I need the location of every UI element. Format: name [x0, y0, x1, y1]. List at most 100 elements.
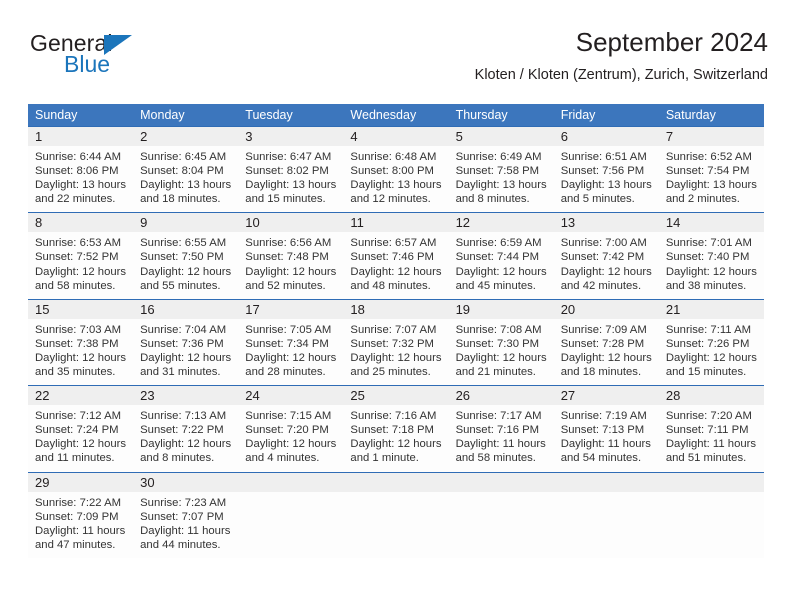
week-daynumber-band: 1 2 3 4 5 6 7: [28, 127, 764, 146]
daylight-line2: and 15 minutes.: [245, 193, 326, 206]
day-cell[interactable]: Sunrise: 7:04 AM Sunset: 7:36 PM Dayligh…: [133, 319, 238, 385]
day-number[interactable]: 23: [133, 386, 238, 405]
day-cell[interactable]: Sunrise: 6:47 AM Sunset: 8:02 PM Dayligh…: [238, 146, 343, 212]
day-cell[interactable]: Sunrise: 7:22 AM Sunset: 7:09 PM Dayligh…: [28, 492, 133, 558]
day-number[interactable]: 3: [238, 127, 343, 146]
daylight-line1: Daylight: 12 hours: [560, 265, 652, 278]
day-cell[interactable]: Sunrise: 7:11 AM Sunset: 7:26 PM Dayligh…: [659, 319, 764, 385]
day-cell[interactable]: Sunrise: 7:12 AM Sunset: 7:24 PM Dayligh…: [28, 405, 133, 471]
day-cell[interactable]: Sunrise: 6:59 AM Sunset: 7:44 PM Dayligh…: [449, 232, 554, 298]
day-cell[interactable]: Sunrise: 7:07 AM Sunset: 7:32 PM Dayligh…: [343, 319, 448, 385]
sunset-text: Sunset: 7:09 PM: [35, 510, 119, 523]
day-cell[interactable]: Sunrise: 7:09 AM Sunset: 7:28 PM Dayligh…: [554, 319, 659, 385]
day-cell[interactable]: Sunrise: 6:44 AM Sunset: 8:06 PM Dayligh…: [28, 146, 133, 212]
daylight-line2: and 51 minutes.: [665, 452, 747, 465]
day-cell[interactable]: Sunrise: 7:23 AM Sunset: 7:07 PM Dayligh…: [133, 492, 238, 558]
day-number[interactable]: 6: [554, 127, 659, 146]
sunset-text: Sunset: 7:52 PM: [35, 251, 119, 264]
day-cell[interactable]: Sunrise: 7:19 AM Sunset: 7:13 PM Dayligh…: [554, 405, 659, 471]
day-number[interactable]: 12: [449, 213, 554, 232]
week-row: 15 16 17 18 19 20 21 Sunrise: 7:03 AM Su…: [28, 298, 764, 386]
day-number[interactable]: 9: [133, 213, 238, 232]
day-cell[interactable]: Sunrise: 6:52 AM Sunset: 7:54 PM Dayligh…: [659, 146, 764, 212]
day-number[interactable]: 30: [133, 473, 238, 492]
daylight-line2: and 38 minutes.: [665, 279, 747, 292]
day-cell[interactable]: Sunrise: 7:20 AM Sunset: 7:11 PM Dayligh…: [659, 405, 764, 471]
daylight-line2: and 52 minutes.: [245, 279, 326, 292]
sunset-text: Sunset: 7:07 PM: [140, 510, 224, 523]
sunrise-text: Sunrise: 7:23 AM: [140, 496, 227, 509]
day-number[interactable]: 22: [28, 386, 133, 405]
day-number[interactable]: 1: [28, 127, 133, 146]
day-number[interactable]: 18: [343, 300, 448, 319]
day-number[interactable]: 14: [659, 213, 764, 232]
day-cell[interactable]: Sunrise: 6:51 AM Sunset: 7:56 PM Dayligh…: [554, 146, 659, 212]
weekday-header-sunday: Sunday: [35, 108, 78, 122]
day-cell[interactable]: Sunrise: 7:03 AM Sunset: 7:38 PM Dayligh…: [28, 319, 133, 385]
day-number[interactable]: 17: [238, 300, 343, 319]
day-cell[interactable]: Sunrise: 7:16 AM Sunset: 7:18 PM Dayligh…: [343, 405, 448, 471]
day-cell[interactable]: Sunrise: 7:00 AM Sunset: 7:42 PM Dayligh…: [554, 232, 659, 298]
day-number[interactable]: 24: [238, 386, 343, 405]
day-cell[interactable]: Sunrise: 6:56 AM Sunset: 7:48 PM Dayligh…: [238, 232, 343, 298]
sunrise-text: Sunrise: 6:55 AM: [140, 237, 227, 250]
daylight-line1: Daylight: 12 hours: [245, 265, 337, 278]
weekday-header-thursday: Thursday: [455, 108, 508, 122]
day-cell[interactable]: Sunrise: 6:57 AM Sunset: 7:46 PM Dayligh…: [343, 232, 448, 298]
day-cell[interactable]: Sunrise: 7:01 AM Sunset: 7:40 PM Dayligh…: [659, 232, 764, 298]
day-number[interactable]: 28: [659, 386, 764, 405]
daylight-line2: and 1 minute.: [350, 452, 419, 465]
sunset-text: Sunset: 7:40 PM: [665, 251, 750, 264]
day-number[interactable]: 13: [554, 213, 659, 232]
day-cell[interactable]: Sunrise: 6:48 AM Sunset: 8:00 PM Dayligh…: [343, 146, 448, 212]
day-number[interactable]: 5: [449, 127, 554, 146]
sunset-text: Sunset: 7:36 PM: [140, 337, 224, 350]
day-cell[interactable]: Sunrise: 7:05 AM Sunset: 7:34 PM Dayligh…: [238, 319, 343, 385]
week-detail-row: Sunrise: 7:12 AM Sunset: 7:24 PM Dayligh…: [28, 405, 764, 471]
sunset-text: Sunset: 8:06 PM: [35, 165, 119, 178]
daylight-line2: and 18 minutes.: [140, 193, 221, 206]
day-cell[interactable]: Sunrise: 6:45 AM Sunset: 8:04 PM Dayligh…: [133, 146, 238, 212]
sunrise-text: Sunrise: 7:15 AM: [245, 410, 332, 423]
day-cell[interactable]: Sunrise: 6:53 AM Sunset: 7:52 PM Dayligh…: [28, 232, 133, 298]
day-number[interactable]: 8: [28, 213, 133, 232]
day-number[interactable]: 25: [343, 386, 448, 405]
general-blue-logo[interactable]: General Blue: [28, 30, 218, 86]
day-cell[interactable]: Sunrise: 7:13 AM Sunset: 7:22 PM Dayligh…: [133, 405, 238, 471]
day-cell[interactable]: Sunrise: 7:17 AM Sunset: 7:16 PM Dayligh…: [449, 405, 554, 471]
daylight-line1: Daylight: 11 hours: [455, 438, 546, 451]
day-cell[interactable]: Sunrise: 6:55 AM Sunset: 7:50 PM Dayligh…: [133, 232, 238, 298]
daylight-line2: and 18 minutes.: [560, 366, 642, 379]
daylight-line1: Daylight: 12 hours: [245, 438, 337, 451]
day-number[interactable]: 21: [659, 300, 764, 319]
sunrise-text: Sunrise: 6:49 AM: [455, 151, 542, 163]
sunrise-text: Sunrise: 6:52 AM: [665, 151, 752, 163]
sunset-text: Sunset: 7:16 PM: [455, 424, 540, 437]
day-number[interactable]: 26: [449, 386, 554, 405]
day-number[interactable]: 10: [238, 213, 343, 232]
daylight-line1: Daylight: 12 hours: [350, 265, 442, 278]
day-number[interactable]: 7: [659, 127, 764, 146]
day-number[interactable]: 29: [28, 473, 133, 492]
day-number[interactable]: 11: [343, 213, 448, 232]
week-detail-row: Sunrise: 6:53 AM Sunset: 7:52 PM Dayligh…: [28, 232, 764, 298]
sunrise-text: Sunrise: 6:45 AM: [140, 151, 227, 163]
day-number[interactable]: 19: [449, 300, 554, 319]
day-number[interactable]: 27: [554, 386, 659, 405]
week-daynumber-band: 15 16 17 18 19 20 21: [28, 299, 764, 319]
week-detail-row: Sunrise: 7:03 AM Sunset: 7:38 PM Dayligh…: [28, 319, 764, 385]
day-number[interactable]: 4: [343, 127, 448, 146]
week-daynumber-band: 8 9 10 11 12 13 14: [28, 213, 764, 233]
day-cell[interactable]: Sunrise: 6:49 AM Sunset: 7:58 PM Dayligh…: [449, 146, 554, 212]
sunrise-text: Sunrise: 7:09 AM: [560, 323, 647, 336]
day-number[interactable]: 15: [28, 300, 133, 319]
day-number[interactable]: 16: [133, 300, 238, 319]
sunset-text: Sunset: 7:11 PM: [665, 424, 749, 437]
daylight-line1: Daylight: 13 hours: [140, 179, 232, 192]
day-cell[interactable]: Sunrise: 7:08 AM Sunset: 7:30 PM Dayligh…: [449, 319, 554, 385]
day-number[interactable]: 2: [133, 127, 238, 146]
daylight-line1: Daylight: 12 hours: [350, 438, 442, 451]
day-cell[interactable]: Sunrise: 7:15 AM Sunset: 7:20 PM Dayligh…: [238, 405, 343, 471]
sunset-text: Sunset: 7:22 PM: [140, 424, 224, 437]
day-number[interactable]: 20: [554, 300, 659, 319]
